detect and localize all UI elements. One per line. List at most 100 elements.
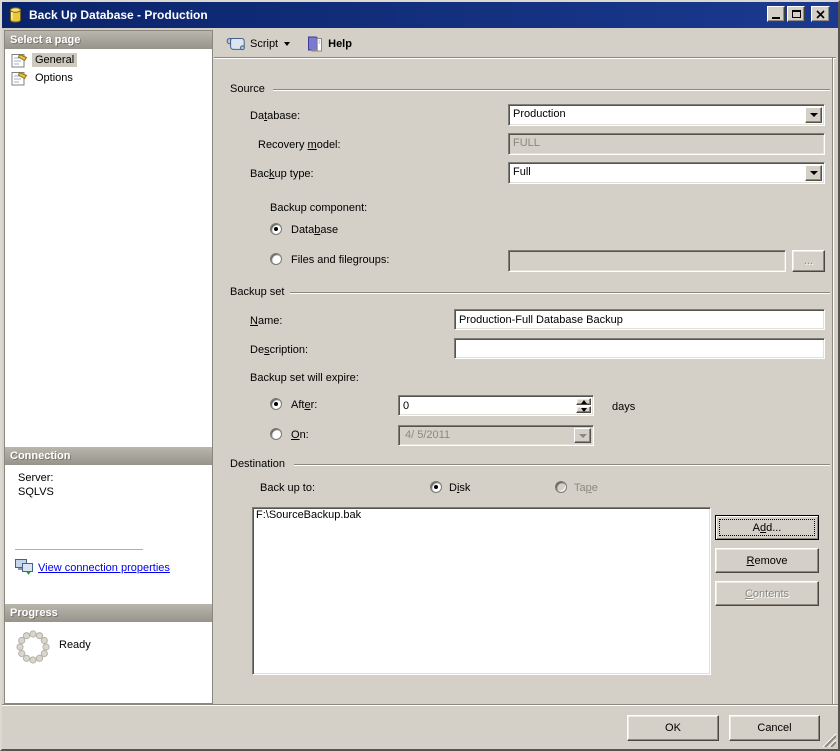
script-button[interactable]: Script bbox=[222, 33, 294, 55]
expire-after-radio[interactable] bbox=[270, 398, 282, 410]
database-label: Database: bbox=[250, 110, 300, 123]
tape-radio bbox=[555, 481, 567, 493]
destination-list[interactable]: F:\SourceBackup.bak bbox=[252, 507, 711, 675]
database-combobox[interactable]: Production bbox=[508, 104, 825, 126]
progress-header: Progress bbox=[5, 604, 212, 622]
backup-set-group-label: Backup set bbox=[230, 286, 284, 299]
help-button[interactable]: Help bbox=[302, 33, 356, 55]
browse-button: ... bbox=[792, 250, 825, 272]
browse-button-label: ... bbox=[804, 255, 813, 267]
sidebar-item-options[interactable]: Options bbox=[11, 70, 76, 86]
days-label: days bbox=[612, 401, 635, 414]
minimize-button[interactable] bbox=[767, 6, 785, 22]
back-up-to-label: Back up to: bbox=[260, 482, 315, 495]
name-input[interactable] bbox=[457, 311, 822, 328]
view-connection-properties-link[interactable]: View connection properties bbox=[38, 562, 170, 574]
group-line bbox=[273, 89, 830, 91]
group-line bbox=[294, 464, 830, 466]
content-right-edge bbox=[832, 58, 834, 704]
select-page-header: Select a page bbox=[5, 31, 212, 49]
group-line bbox=[290, 292, 830, 294]
spin-down-icon bbox=[581, 408, 587, 412]
tape-radio-label: Tape bbox=[574, 482, 598, 495]
dropdown-arrow-button bbox=[574, 428, 591, 443]
expire-on-radio-label: On: bbox=[291, 429, 309, 442]
destination-group-label: Destination bbox=[230, 458, 285, 471]
spin-down-button[interactable] bbox=[576, 406, 591, 413]
connection-header: Connection bbox=[5, 447, 212, 465]
recovery-model-value: FULL bbox=[513, 137, 804, 149]
files-filegroups-radio-label: Files and filegroups: bbox=[291, 254, 389, 267]
divider bbox=[15, 549, 143, 550]
backup-component-label: Backup component: bbox=[270, 202, 367, 215]
name-label: Name: bbox=[250, 315, 282, 328]
close-icon bbox=[816, 10, 825, 19]
ok-button-label: OK bbox=[665, 722, 681, 734]
title-bar: Back Up Database - Production bbox=[2, 2, 838, 28]
dropdown-arrow-icon bbox=[810, 171, 818, 175]
name-field bbox=[454, 309, 825, 330]
maximize-button[interactable] bbox=[787, 6, 805, 22]
disk-radio[interactable] bbox=[430, 481, 442, 493]
recovery-model-field: FULL bbox=[508, 133, 825, 155]
source-group-label: Source bbox=[230, 83, 265, 96]
spinner-buttons bbox=[576, 398, 591, 413]
description-input[interactable] bbox=[457, 340, 822, 357]
footer-divider bbox=[2, 704, 838, 706]
files-filegroups-field bbox=[508, 250, 786, 272]
expire-days-spinner bbox=[398, 395, 594, 416]
sidebar-item-general[interactable]: General bbox=[11, 52, 77, 68]
backup-type-combobox[interactable]: Full bbox=[508, 162, 825, 184]
dropdown-arrow-button[interactable] bbox=[805, 107, 822, 123]
window-title: Back Up Database - Production bbox=[29, 8, 208, 22]
resize-grip[interactable] bbox=[820, 731, 836, 747]
destination-list-item[interactable]: F:\SourceBackup.bak bbox=[253, 508, 710, 522]
close-button[interactable] bbox=[811, 6, 830, 22]
backup-database-dialog: Back Up Database - Production Select a p… bbox=[0, 0, 840, 751]
spin-up-icon bbox=[581, 400, 587, 404]
disk-radio-label: Disk bbox=[449, 482, 470, 495]
dropdown-arrow-button[interactable] bbox=[805, 165, 822, 181]
expire-on-radio[interactable] bbox=[270, 428, 282, 440]
sidebar-item-label: General bbox=[32, 53, 77, 67]
page-icon bbox=[11, 70, 28, 86]
expire-label: Backup set will expire: bbox=[250, 372, 359, 385]
sidebar-item-label: Options bbox=[32, 71, 76, 85]
cancel-button[interactable]: Cancel bbox=[729, 715, 820, 741]
remove-button[interactable]: Remove bbox=[715, 548, 819, 573]
progress-spinner-icon bbox=[15, 629, 51, 665]
chevron-down-icon bbox=[284, 42, 290, 46]
database-radio[interactable] bbox=[270, 223, 282, 235]
files-filegroups-radio[interactable] bbox=[270, 253, 282, 265]
contents-button: Contents bbox=[715, 581, 819, 606]
window-controls bbox=[765, 6, 830, 22]
script-label: Script bbox=[250, 38, 278, 50]
sidebar: Select a page General Options Connection… bbox=[4, 30, 213, 704]
maximize-icon bbox=[792, 10, 801, 18]
page-icon bbox=[11, 52, 28, 68]
add-button[interactable]: Add... bbox=[715, 515, 819, 540]
computer-icon bbox=[15, 558, 34, 575]
remove-button-label: Remove bbox=[747, 555, 788, 567]
progress-status: Ready bbox=[59, 639, 91, 652]
description-label: Description: bbox=[250, 344, 308, 357]
dropdown-arrow-icon bbox=[579, 434, 587, 438]
expire-date-combobox: 4/ 5/2011 bbox=[398, 425, 594, 446]
contents-button-label: Contents bbox=[745, 588, 789, 600]
backup-type-label: Backup type: bbox=[250, 168, 314, 181]
server-label: Server: bbox=[18, 472, 53, 485]
toolbar: Script Help bbox=[214, 30, 836, 57]
expire-days-input[interactable] bbox=[401, 397, 573, 414]
add-button-label: Add... bbox=[753, 522, 782, 534]
spin-up-button[interactable] bbox=[576, 398, 591, 405]
database-combobox-value: Production bbox=[513, 108, 804, 120]
description-field bbox=[454, 338, 825, 359]
help-label: Help bbox=[328, 38, 352, 50]
toolbar-divider bbox=[214, 57, 836, 59]
ok-button[interactable]: OK bbox=[627, 715, 719, 741]
expire-after-radio-label: After: bbox=[291, 399, 317, 412]
recovery-model-label: Recovery model: bbox=[258, 139, 341, 152]
script-icon bbox=[226, 35, 246, 53]
server-name: SQLVS bbox=[18, 486, 54, 499]
dropdown-arrow-icon bbox=[810, 113, 818, 117]
